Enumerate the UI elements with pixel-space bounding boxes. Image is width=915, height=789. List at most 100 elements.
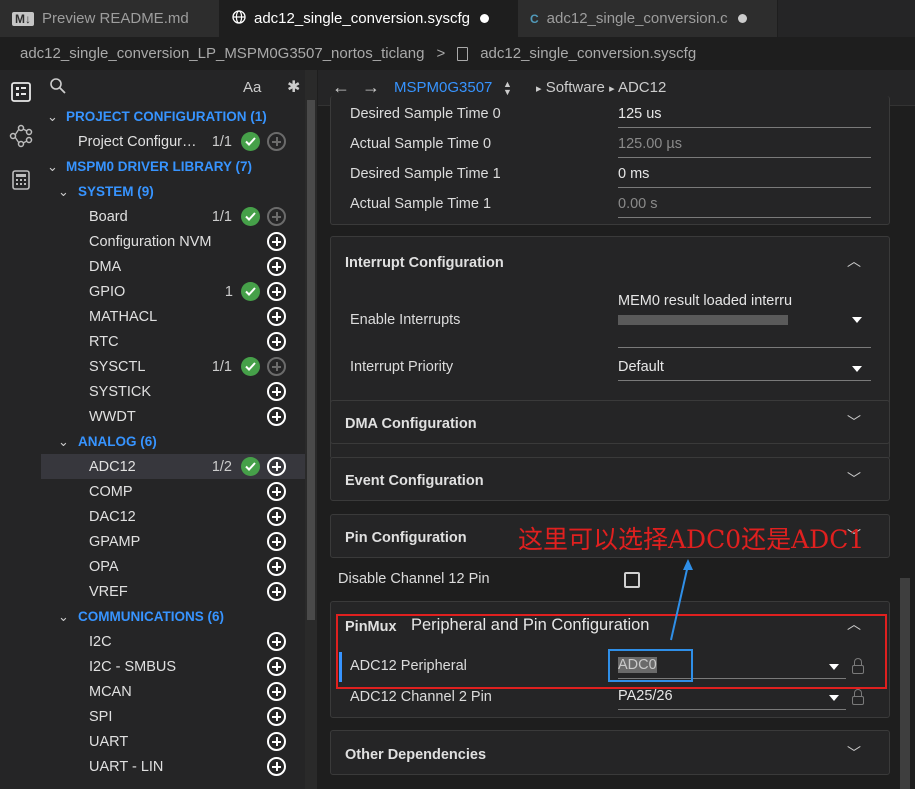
tree-item[interactable]: I2C [41,629,305,654]
add-circle-icon[interactable] [267,332,286,351]
interrupt-priority-select[interactable]: Default [618,359,871,381]
tree-item[interactable]: GPAMP [41,529,305,554]
forward-arrow-icon[interactable]: → [362,77,380,98]
dma-config-card[interactable]: DMA Configuration ﹀ [330,400,890,444]
right-scrollbar[interactable] [900,578,910,789]
chevron-down-icon[interactable]: ﹀ [847,412,861,432]
tree-item[interactable]: UART [41,729,305,754]
add-circle-icon[interactable] [267,582,286,601]
tree-item[interactable]: COMP [41,479,305,504]
tree-item[interactable]: DMA [41,254,305,279]
section-title[interactable]: Interrupt Configuration [345,255,504,271]
calculator-view-button[interactable] [0,158,41,202]
network-icon [9,124,32,148]
add-circle-icon[interactable] [267,682,286,701]
add-circle-icon[interactable] [267,707,286,726]
tree-item[interactable]: WWDT [41,404,305,429]
add-circle-icon[interactable] [267,382,286,401]
up-down-icon[interactable]: ▲ ▼ [503,79,512,96]
field-label: Desired Sample Time 0 [350,106,501,122]
left-scrollbar[interactable] [305,70,317,789]
dropdown-caret-icon[interactable] [852,366,862,372]
tab-c-file[interactable]: C adc12_single_conversion.c [518,0,778,37]
add-circle-icon[interactable] [267,282,286,301]
breadcrumb-file[interactable]: adc12_single_conversion.syscfg [480,45,696,62]
add-circle-icon[interactable] [267,557,286,576]
lock-icon[interactable] [852,689,864,705]
match-case-toggle[interactable]: Aa [243,79,261,96]
tree-item[interactable]: SPI [41,704,305,729]
tree-subcategory[interactable]: ⌄ ANALOG (6) [41,429,305,454]
tree-item[interactable]: RTC [41,329,305,354]
other-dependencies-card[interactable]: Other Dependencies ﹀ [330,730,890,775]
tree-category[interactable]: ⌄ PROJECT CONFIGURATION (1) [41,104,305,129]
desired-sample-time-0-input[interactable]: 125 us [618,106,871,128]
add-circle-icon[interactable] [267,307,286,326]
add-circle-icon[interactable] [267,532,286,551]
tree-item[interactable]: VREF [41,579,305,604]
add-circle-icon[interactable] [267,257,286,276]
field-label: Enable Interrupts [350,312,461,328]
tree-subcategory[interactable]: ⌄ SYSTEM (9) [41,179,305,204]
section-title[interactable]: Pin Configuration [345,530,467,546]
config-view-button[interactable] [0,70,41,114]
add-circle-icon[interactable] [267,657,286,676]
tree-item[interactable]: GPIO 1 [41,279,305,304]
tab-label: adc12_single_conversion.c [546,10,728,27]
tree-item[interactable]: I2C - SMBUS [41,654,305,679]
chevron-down-icon[interactable]: ⌄ [58,434,69,450]
add-circle-icon[interactable] [267,732,286,751]
check-circle-icon [241,357,260,376]
event-config-card[interactable]: Event Configuration ﹀ [330,457,890,501]
dropdown-caret-icon[interactable] [829,695,839,701]
tab-syscfg[interactable]: adc12_single_conversion.syscfg [220,0,518,37]
tree-subcategory[interactable]: ⌄ COMMUNICATIONS (6) [41,604,305,629]
network-view-button[interactable] [0,114,41,158]
path-adc12[interactable]: ADC12 [618,79,666,96]
tree-item[interactable]: UART - LIN [41,754,305,779]
tree-item[interactable]: MATHACL [41,304,305,329]
section-title[interactable]: DMA Configuration [345,416,477,432]
add-circle-icon[interactable] [267,232,286,251]
desired-sample-time-1-input[interactable]: 0 ms [618,166,871,188]
disable-channel-checkbox[interactable] [624,572,640,588]
tree-item[interactable]: ADC12 1/2 [41,454,305,479]
scrollbar-thumb[interactable] [307,100,315,620]
chevron-down-icon[interactable]: ⌄ [58,609,69,625]
adc12-channel-pin-select[interactable]: PA25/26 [618,688,846,710]
add-circle-icon[interactable] [267,482,286,501]
section-title[interactable]: Other Dependencies [345,747,486,763]
back-arrow-icon[interactable]: ← [332,77,350,98]
tree-item[interactable]: MCAN [41,679,305,704]
breadcrumb-project[interactable]: adc12_single_conversion_LP_MSPM0G3507_no… [20,45,424,62]
path-software[interactable]: Software [546,79,605,96]
tree-category[interactable]: ⌄ MSPM0 DRIVER LIBRARY (7) [41,154,305,179]
tree-item[interactable]: Configuration NVM [41,229,305,254]
device-select[interactable]: MSPM0G3507 [394,79,492,96]
filter-toggle[interactable]: ✱ [287,77,300,97]
chevron-down-icon[interactable]: ﹀ [847,743,861,763]
chevron-down-icon[interactable]: ⌄ [47,159,58,175]
add-circle-icon[interactable] [267,632,286,651]
chevron-down-icon[interactable]: ﹀ [847,469,861,489]
dropdown-caret-icon[interactable] [852,317,862,323]
chevron-down-icon[interactable]: ⌄ [47,109,58,125]
tree-item[interactable]: SYSCTL 1/1 [41,354,305,379]
unsaved-dot-icon [479,14,489,23]
tab-preview-readme[interactable]: M↓ Preview README.md [0,0,220,37]
chevron-up-icon[interactable]: ︿ [847,251,861,271]
enable-interrupts-select[interactable] [618,293,871,348]
tree-item[interactable]: SYSTICK [41,379,305,404]
tree-item[interactable]: Board 1/1 [41,204,305,229]
search-icon[interactable] [49,77,67,98]
tree-item[interactable]: DAC12 [41,504,305,529]
section-title[interactable]: Event Configuration [345,473,484,489]
add-circle-icon[interactable] [267,757,286,776]
chevron-down-icon[interactable]: ⌄ [58,184,69,200]
field-label: Actual Sample Time 1 [350,196,492,212]
add-circle-icon[interactable] [267,407,286,426]
tree-item[interactable]: OPA [41,554,305,579]
add-circle-icon[interactable] [267,457,286,476]
tree-item[interactable]: Project Configur… 1/1 [41,129,305,154]
add-circle-icon[interactable] [267,507,286,526]
